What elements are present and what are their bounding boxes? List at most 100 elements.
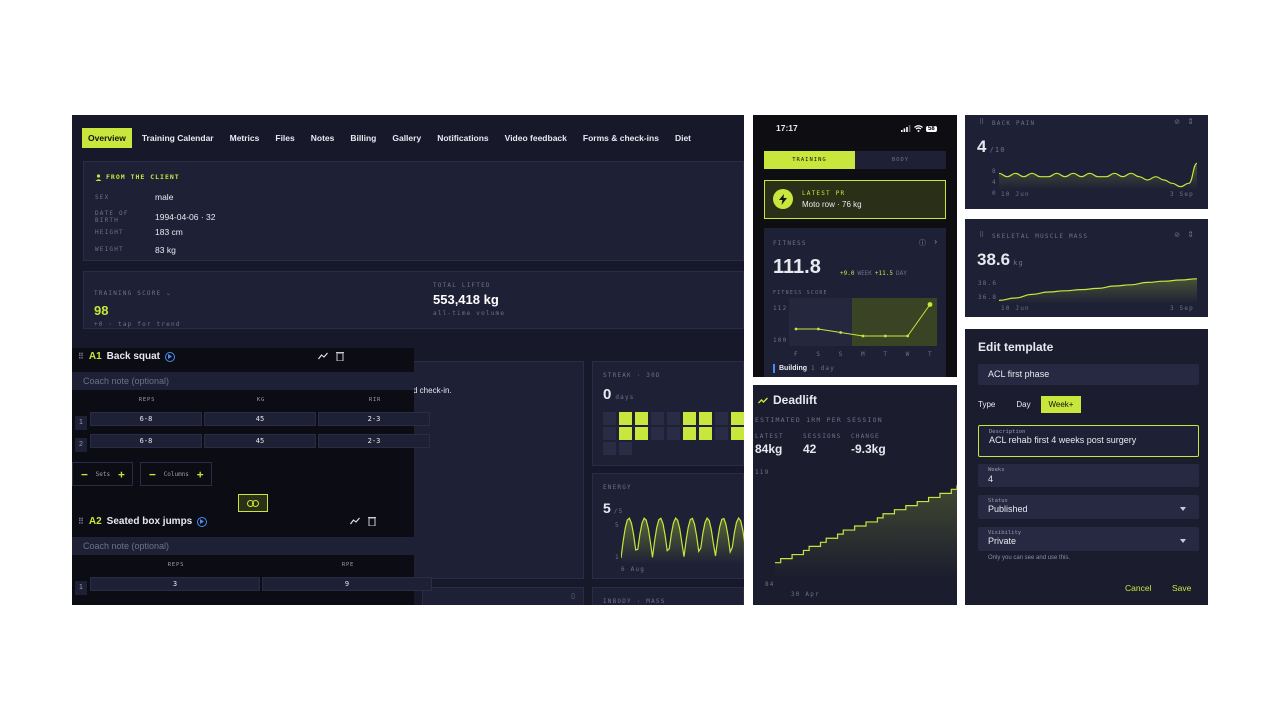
tab-gallery[interactable]: Gallery (386, 128, 427, 148)
drag-handle-icon[interactable]: ⠿ (78, 517, 84, 526)
eye-off-icon[interactable]: ⊘ (1174, 118, 1180, 126)
set-number: 1 (75, 416, 87, 430)
set-cell[interactable]: 2-3 (318, 412, 430, 426)
sort-icon[interactable]: ⇕ (1187, 117, 1194, 126)
fitness-point (839, 331, 843, 334)
client-field-label: DATE OF BIRTH (95, 209, 129, 224)
set-cell[interactable]: 3 (90, 577, 260, 591)
energy-x-label: 6 Aug (621, 566, 646, 573)
segment-body[interactable]: BODY (855, 151, 946, 169)
fitness-point (861, 334, 865, 338)
score-y-bottom: 100 (773, 337, 788, 344)
muscle-unit: kg (1013, 259, 1024, 267)
coach-note-input[interactable]: Coach note (optional) (72, 537, 414, 555)
streak-day-cell (603, 442, 616, 455)
tab-diet[interactable]: Diet (669, 128, 697, 148)
checkin-text: d check-in. (413, 386, 452, 395)
drag-handle-icon[interactable]: ⠿ (78, 352, 84, 361)
plus-icon[interactable]: + (118, 468, 125, 481)
column-header[interactable]: KG (204, 397, 318, 403)
deadlift-card: Deadlift ESTIMATED 1RM PER SESSION LATES… (753, 385, 957, 605)
tab-video-feedback[interactable]: Video feedback (499, 128, 573, 148)
play-icon[interactable] (165, 351, 176, 362)
type-label: Type (978, 400, 996, 409)
column-header[interactable]: RIR (318, 397, 432, 403)
visibility-select[interactable]: Visibility Private (978, 527, 1199, 551)
type-week-button[interactable]: Week+ (1041, 396, 1081, 413)
tab-notifications[interactable]: Notifications (431, 128, 494, 148)
bp-y-0: 0 (992, 190, 997, 197)
latest-value: 84kg (755, 442, 783, 456)
weeks-value: 4 (988, 474, 994, 484)
description-value: ACL rehab first 4 weeks post surgery (989, 435, 1137, 445)
back-pain-title: BACK PAIN (992, 120, 1036, 127)
training-score[interactable]: TRAINING SCORE ⌄ 98 +0 · tap for trend (94, 282, 181, 328)
tab-forms-check-ins[interactable]: Forms & check-ins (577, 128, 665, 148)
streak-day-cell (667, 412, 680, 425)
play-icon[interactable] (197, 516, 208, 527)
plus-icon[interactable]: + (197, 468, 204, 481)
drag-handle-icon[interactable]: ⠿ (979, 231, 984, 239)
tab-billing[interactable]: Billing (344, 128, 382, 148)
columns-stepper[interactable]: − Columns + (140, 462, 212, 486)
set-cell[interactable]: 45 (204, 434, 316, 448)
set-cell[interactable]: 6-8 (90, 412, 202, 426)
tab-files[interactable]: Files (269, 128, 300, 148)
delta-week: +9.0 (840, 270, 855, 277)
streak-value: 0 (603, 386, 612, 403)
energy-value: 5 (603, 500, 611, 516)
template-name-field[interactable]: ACL first phase (978, 364, 1199, 385)
link-icon[interactable] (238, 494, 268, 512)
eye-off-icon[interactable]: ⊘ (1174, 231, 1180, 239)
sort-icon[interactable]: ⇕ (1187, 230, 1194, 239)
chart-icon[interactable] (350, 517, 360, 525)
tab-metrics[interactable]: Metrics (224, 128, 266, 148)
form-title: Edit template (978, 340, 1054, 354)
status-select[interactable]: Status Published (978, 495, 1199, 519)
set-cell[interactable]: 6-8 (90, 434, 202, 448)
set-cell[interactable]: 45 (204, 412, 316, 426)
column-header[interactable]: REPS (90, 562, 262, 568)
description-field[interactable]: Description ACL rehab first 4 weeks post… (978, 425, 1199, 457)
client-field-value: 183 cm (155, 227, 183, 237)
exercise-name: Seated box jumps (106, 516, 193, 527)
set-cell[interactable]: 2-3 (318, 434, 430, 448)
tab-notes[interactable]: Notes (305, 128, 341, 148)
chevron-right-icon[interactable]: › (934, 237, 937, 246)
fitness-card: FITNESS ⓘ › 111.8 +9.0 WEEK +11.5 DAY FI… (764, 228, 946, 377)
sets-stepper[interactable]: − Sets + (72, 462, 133, 486)
tab-bar: Overview Training Calendar Metrics Files Not… (82, 128, 701, 148)
fitness-value: 111.8 (773, 256, 821, 278)
bolt-icon (773, 189, 793, 209)
chart-icon[interactable] (318, 352, 328, 360)
client-dashboard: Overview Training Calendar Metrics Files Not… (72, 115, 744, 605)
tab-training-calendar[interactable]: Training Calendar (136, 128, 220, 148)
set-cell[interactable]: 9 (262, 577, 432, 591)
total-lifted-sub: all-time volume (433, 310, 506, 317)
info-icon[interactable]: ⓘ (919, 238, 926, 248)
coach-note-input[interactable]: Coach note (optional) (72, 372, 414, 390)
type-day-button[interactable]: Day (1007, 396, 1040, 413)
column-header[interactable]: RPE (262, 562, 434, 568)
cancel-button[interactable]: Cancel (1125, 583, 1151, 593)
back-pain-card: ⠿ BACK PAIN ⊘ ⇕ 4 /10 8 4 0 10 Jun 3 Sep (965, 115, 1208, 209)
save-button[interactable]: Save (1172, 583, 1191, 593)
stats-card: TRAINING SCORE ⌄ 98 +0 · tap for trend T… (83, 271, 744, 329)
training-score-sub: +0 · tap for trend (94, 321, 181, 328)
fitness-point (927, 302, 933, 307)
latest-pr-card[interactable]: LATEST PR Moto row · 76 kg (764, 180, 946, 219)
weeks-field[interactable]: Weeks 4 (978, 464, 1199, 487)
column-header[interactable]: REPS (90, 397, 204, 403)
more-icon[interactable]: ▯ (571, 592, 575, 600)
tab-overview[interactable]: Overview (82, 128, 132, 148)
muscle-value: 38.6 (977, 250, 1011, 269)
drag-handle-icon[interactable]: ⠿ (979, 118, 984, 126)
delta-week-label: WEEK (857, 270, 872, 277)
minus-icon[interactable]: − (81, 468, 88, 481)
streak-day-cell (715, 412, 728, 425)
segment-training[interactable]: TRAINING (764, 151, 855, 169)
streak-day-cell (715, 427, 728, 440)
minus-icon[interactable]: − (149, 468, 156, 481)
trash-icon[interactable] (368, 516, 376, 526)
trash-icon[interactable] (336, 351, 344, 361)
